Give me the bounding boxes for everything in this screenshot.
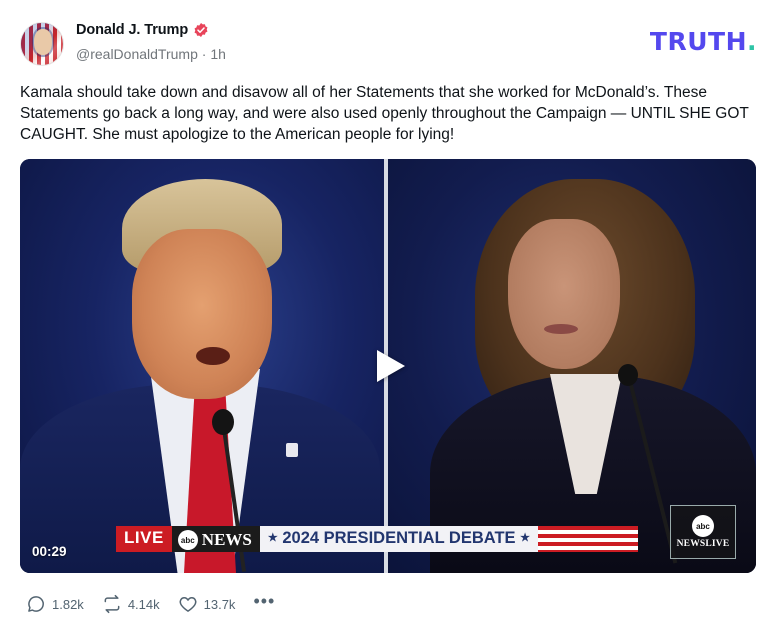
abc-badge: abc: [177, 530, 198, 550]
retruth-button[interactable]: 4.14k: [102, 594, 160, 614]
abc-news-label: abc NEWS: [171, 526, 260, 552]
post-time[interactable]: 1h: [210, 46, 226, 62]
video-left-speaker: [132, 229, 272, 399]
corner-abc-badge: abc: [692, 515, 714, 537]
debate-headline: 2024 PRESIDENTIAL DEBATE: [282, 529, 516, 547]
retruth-count: 4.14k: [127, 596, 160, 612]
meta-separator: ·: [201, 46, 207, 62]
flag-stripes: [538, 526, 639, 552]
more-options-button[interactable]: •••: [253, 592, 275, 610]
author-avatar[interactable]: [20, 22, 64, 66]
video-right-speaker: [508, 219, 620, 369]
truth-post: Donald J. Trump @realDonaldTrump · 1h TR…: [0, 0, 777, 635]
post-text: Kamala should take down and disavow all …: [20, 84, 749, 143]
broadcast-lower-third: LIVE abc NEWS ★ 2024 PRESIDENTIAL DEBATE…: [116, 526, 639, 552]
author-handle-row: @realDonaldTrump · 1h: [76, 46, 226, 62]
author-handle[interactable]: @realDonaldTrump: [76, 46, 198, 62]
like-button[interactable]: 13.7k: [178, 594, 236, 614]
author-display-name[interactable]: Donald J. Trump: [76, 22, 188, 38]
abc-newslive-logo: abc NEWSLIVE: [670, 505, 736, 559]
network-label: NEWS: [201, 530, 252, 549]
video-duration: 00:29: [32, 544, 67, 559]
author-name-row: Donald J. Trump: [76, 22, 209, 38]
like-count: 13.7k: [203, 596, 236, 612]
verified-badge-icon: [194, 23, 208, 37]
ellipsis-icon: •••: [253, 591, 276, 611]
video-player[interactable]: LIVE abc NEWS ★ 2024 PRESIDENTIAL DEBATE…: [20, 159, 756, 573]
repost-arrows-icon: [104, 594, 120, 614]
reply-count: 1.82k: [52, 596, 84, 612]
logo-text: TRUTH: [649, 27, 747, 56]
debate-headline-bar: ★ 2024 PRESIDENTIAL DEBATE ★: [259, 526, 539, 552]
live-label: LIVE: [116, 526, 172, 552]
play-icon: [377, 350, 405, 382]
play-button[interactable]: [360, 336, 416, 396]
post-actions: 1.82k 4.14k 13.7k •••: [26, 592, 275, 614]
star-left-icon: ★: [267, 532, 278, 544]
comment-bubble-icon: [28, 596, 44, 612]
heart-icon: [179, 597, 197, 612]
logo-dot: .: [747, 27, 757, 56]
reply-button[interactable]: 1.82k: [26, 594, 84, 614]
star-right-icon: ★: [520, 532, 531, 544]
corner-logo-text: NEWSLIVE: [676, 539, 730, 549]
truth-social-logo[interactable]: TRUTH.: [650, 29, 757, 54]
